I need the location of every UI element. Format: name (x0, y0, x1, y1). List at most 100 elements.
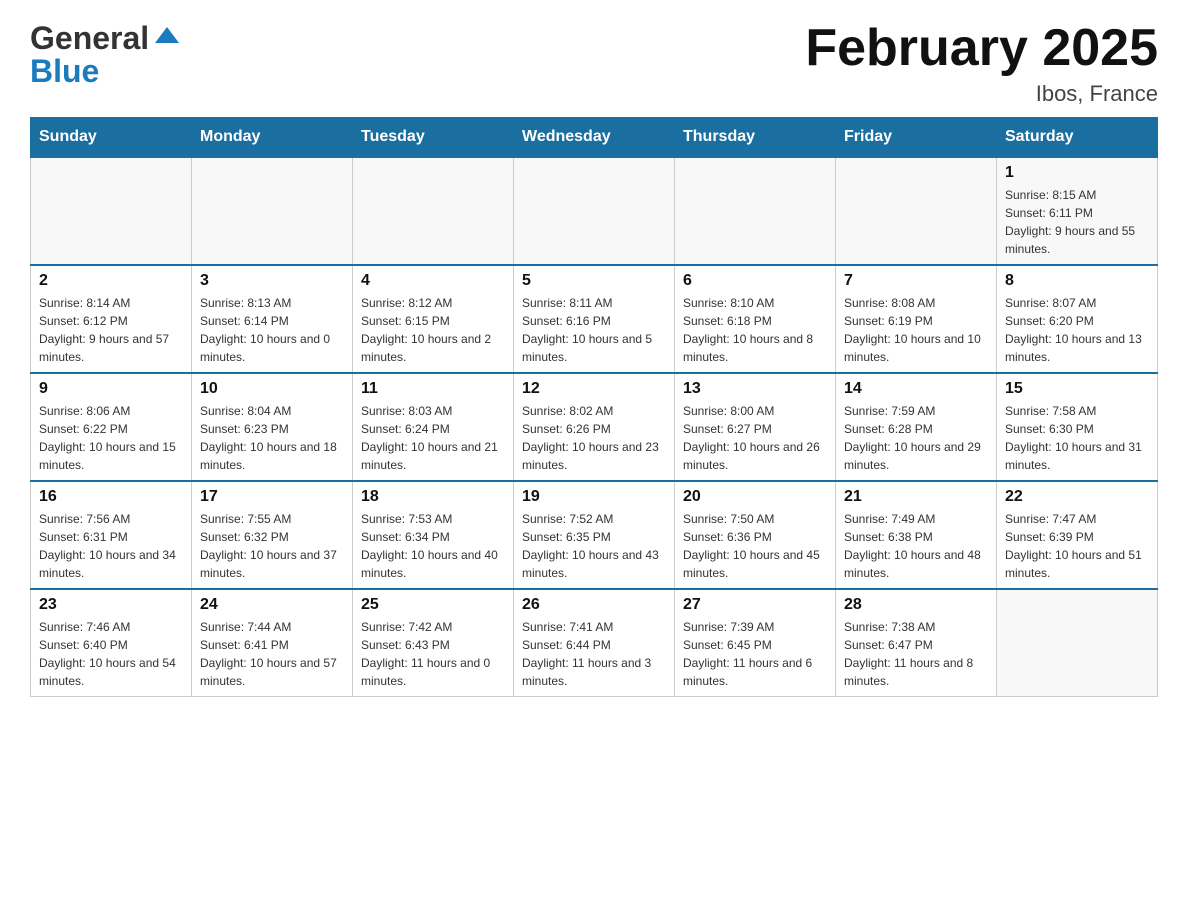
day-info: Sunrise: 7:38 AMSunset: 6:47 PMDaylight:… (844, 618, 988, 690)
calendar-day: 7 Sunrise: 8:08 AMSunset: 6:19 PMDaylight… (836, 265, 997, 373)
header-friday: Friday (836, 118, 997, 158)
day-info: Sunrise: 7:49 AMSunset: 6:38 PMDaylight:… (844, 510, 988, 582)
day-info: Sunrise: 8:08 AMSunset: 6:19 PMDaylight:… (844, 294, 988, 366)
day-number: 17 (200, 488, 344, 506)
day-info: Sunrise: 7:42 AMSunset: 6:43 PMDaylight:… (361, 618, 505, 690)
days-header-row: Sunday Monday Tuesday Wednesday Thursday… (31, 118, 1158, 158)
calendar-day: 28 Sunrise: 7:38 AMSunset: 6:47 PMDayligh… (836, 589, 997, 697)
day-number: 26 (522, 596, 666, 614)
day-number: 5 (522, 272, 666, 290)
day-number: 25 (361, 596, 505, 614)
calendar-day: 20 Sunrise: 7:50 AMSunset: 6:36 PMDayligh… (675, 481, 836, 589)
day-info: Sunrise: 8:15 AMSunset: 6:11 PMDaylight:… (1005, 186, 1149, 258)
calendar-day: 3 Sunrise: 8:13 AMSunset: 6:14 PMDaylight… (192, 265, 353, 373)
day-number: 18 (361, 488, 505, 506)
week-row-4: 23Sunrise: 7:46 AMSunset: 6:40 PMDayligh… (31, 589, 1158, 697)
logo-general: General (30, 20, 149, 57)
day-info: Sunrise: 8:07 AMSunset: 6:20 PMDaylight:… (1005, 294, 1149, 366)
day-number: 24 (200, 596, 344, 614)
calendar-day: 12 Sunrise: 8:02 AMSunset: 6:26 PMDayligh… (514, 373, 675, 481)
day-info: Sunrise: 8:02 AMSunset: 6:26 PMDaylight:… (522, 402, 666, 474)
calendar-day: 2Sunrise: 8:14 AMSunset: 6:12 PMDaylight… (31, 265, 192, 373)
week-row-1: 2Sunrise: 8:14 AMSunset: 6:12 PMDaylight… (31, 265, 1158, 373)
calendar-day: 6Sunrise: 8:10 AMSunset: 6:18 PMDaylight… (675, 265, 836, 373)
day-info: Sunrise: 8:14 AMSunset: 6:12 PMDaylight:… (39, 294, 183, 366)
calendar-day: 13 Sunrise: 8:00 AMSunset: 6:27 PMDayligh… (675, 373, 836, 481)
day-info: Sunrise: 8:13 AMSunset: 6:14 PMDaylight:… (200, 294, 344, 366)
calendar-day (31, 157, 192, 265)
day-info: Sunrise: 8:04 AMSunset: 6:23 PMDaylight:… (200, 402, 344, 474)
calendar-day: 15Sunrise: 7:58 AMSunset: 6:30 PMDayligh… (997, 373, 1158, 481)
day-info: Sunrise: 7:39 AMSunset: 6:45 PMDaylight:… (683, 618, 827, 690)
day-info: Sunrise: 8:03 AMSunset: 6:24 PMDaylight:… (361, 402, 505, 474)
day-info: Sunrise: 7:59 AMSunset: 6:28 PMDaylight:… (844, 402, 988, 474)
calendar-day (192, 157, 353, 265)
month-title: February 2025 (805, 20, 1158, 77)
logo-blue: Blue (30, 53, 99, 90)
day-info: Sunrise: 7:53 AMSunset: 6:34 PMDaylight:… (361, 510, 505, 582)
day-number: 27 (683, 596, 827, 614)
calendar-day: 9 Sunrise: 8:06 AMSunset: 6:22 PMDaylight… (31, 373, 192, 481)
day-info: Sunrise: 7:50 AMSunset: 6:36 PMDaylight:… (683, 510, 827, 582)
calendar-day: 21 Sunrise: 7:49 AMSunset: 6:38 PMDayligh… (836, 481, 997, 589)
day-number: 22 (1005, 488, 1149, 506)
day-info: Sunrise: 8:00 AMSunset: 6:27 PMDaylight:… (683, 402, 827, 474)
day-info: Sunrise: 7:56 AMSunset: 6:31 PMDaylight:… (39, 510, 183, 582)
day-number: 11 (361, 380, 505, 398)
day-number: 14 (844, 380, 988, 398)
calendar-day: 1 Sunrise: 8:15 AMSunset: 6:11 PMDaylight… (997, 157, 1158, 265)
day-number: 3 (200, 272, 344, 290)
calendar-day (675, 157, 836, 265)
day-number: 13 (683, 380, 827, 398)
day-info: Sunrise: 8:12 AMSunset: 6:15 PMDaylight:… (361, 294, 505, 366)
calendar-day: 22 Sunrise: 7:47 AMSunset: 6:39 PMDayligh… (997, 481, 1158, 589)
day-number: 12 (522, 380, 666, 398)
header-monday: Monday (192, 118, 353, 158)
calendar-day: 16Sunrise: 7:56 AMSunset: 6:31 PMDayligh… (31, 481, 192, 589)
day-info: Sunrise: 7:55 AMSunset: 6:32 PMDaylight:… (200, 510, 344, 582)
day-number: 8 (1005, 272, 1149, 290)
day-info: Sunrise: 7:41 AMSunset: 6:44 PMDaylight:… (522, 618, 666, 690)
logo-icon (151, 21, 183, 53)
calendar-day: 11 Sunrise: 8:03 AMSunset: 6:24 PMDayligh… (353, 373, 514, 481)
week-row-2: 9 Sunrise: 8:06 AMSunset: 6:22 PMDaylight… (31, 373, 1158, 481)
day-number: 9 (39, 380, 183, 398)
calendar-day: 19Sunrise: 7:52 AMSunset: 6:35 PMDayligh… (514, 481, 675, 589)
calendar-day: 23Sunrise: 7:46 AMSunset: 6:40 PMDayligh… (31, 589, 192, 697)
calendar-day (836, 157, 997, 265)
header-sunday: Sunday (31, 118, 192, 158)
day-info: Sunrise: 7:47 AMSunset: 6:39 PMDaylight:… (1005, 510, 1149, 582)
calendar-day: 8 Sunrise: 8:07 AMSunset: 6:20 PMDaylight… (997, 265, 1158, 373)
calendar-day: 27 Sunrise: 7:39 AMSunset: 6:45 PMDayligh… (675, 589, 836, 697)
day-number: 21 (844, 488, 988, 506)
day-number: 6 (683, 272, 827, 290)
day-info: Sunrise: 7:52 AMSunset: 6:35 PMDaylight:… (522, 510, 666, 582)
week-row-3: 16Sunrise: 7:56 AMSunset: 6:31 PMDayligh… (31, 481, 1158, 589)
calendar-day (514, 157, 675, 265)
calendar-day: 18 Sunrise: 7:53 AMSunset: 6:34 PMDayligh… (353, 481, 514, 589)
day-number: 7 (844, 272, 988, 290)
calendar-day: 5Sunrise: 8:11 AMSunset: 6:16 PMDaylight… (514, 265, 675, 373)
calendar-day: 26 Sunrise: 7:41 AMSunset: 6:44 PMDayligh… (514, 589, 675, 697)
calendar-day: 24 Sunrise: 7:44 AMSunset: 6:41 PMDayligh… (192, 589, 353, 697)
day-info: Sunrise: 7:44 AMSunset: 6:41 PMDaylight:… (200, 618, 344, 690)
calendar-day (353, 157, 514, 265)
location: Ibos, France (805, 81, 1158, 107)
calendar-table: Sunday Monday Tuesday Wednesday Thursday… (30, 117, 1158, 697)
day-number: 4 (361, 272, 505, 290)
day-number: 1 (1005, 164, 1149, 182)
day-number: 10 (200, 380, 344, 398)
page-header: General Blue February 2025 Ibos, France (30, 20, 1158, 107)
day-number: 23 (39, 596, 183, 614)
header-wednesday: Wednesday (514, 118, 675, 158)
header-thursday: Thursday (675, 118, 836, 158)
header-tuesday: Tuesday (353, 118, 514, 158)
day-info: Sunrise: 8:06 AMSunset: 6:22 PMDaylight:… (39, 402, 183, 474)
day-number: 15 (1005, 380, 1149, 398)
calendar-day: 17 Sunrise: 7:55 AMSunset: 6:32 PMDayligh… (192, 481, 353, 589)
day-number: 20 (683, 488, 827, 506)
logo-area: General Blue (30, 20, 183, 90)
week-row-0: 1 Sunrise: 8:15 AMSunset: 6:11 PMDaylight… (31, 157, 1158, 265)
calendar-day: 4 Sunrise: 8:12 AMSunset: 6:15 PMDaylight… (353, 265, 514, 373)
day-number: 28 (844, 596, 988, 614)
